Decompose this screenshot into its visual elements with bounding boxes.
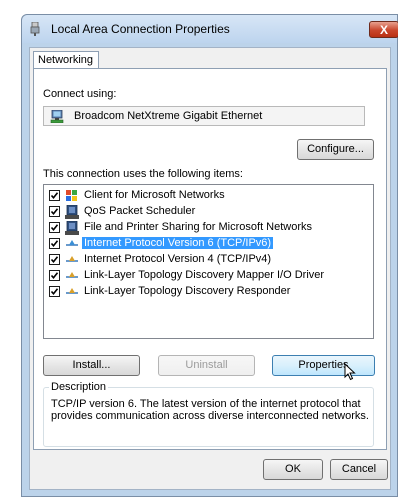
- item-label: File and Printer Sharing for Microsoft N…: [84, 221, 313, 233]
- list-item[interactable]: Client for Microsoft Networks: [44, 188, 373, 204]
- list-item[interactable]: File and Printer Sharing for Microsoft N…: [44, 220, 373, 236]
- close-button[interactable]: X: [369, 21, 398, 38]
- tab-networking[interactable]: Networking: [33, 51, 99, 69]
- item-label: Link-Layer Topology Discovery Mapper I/O…: [84, 269, 325, 281]
- item-label: Link-Layer Topology Discovery Responder: [84, 285, 291, 297]
- item-checkbox[interactable]: [49, 254, 60, 265]
- item-label: Internet Protocol Version 4 (TCP/IPv4): [84, 253, 272, 265]
- item-checkbox[interactable]: [49, 222, 60, 233]
- properties-button[interactable]: Properties: [272, 355, 375, 376]
- item-label: Internet Protocol Version 6 (TCP/IPv6): [82, 237, 274, 249]
- items-label: This connection uses the following items…: [43, 168, 243, 180]
- item-checkbox[interactable]: [49, 270, 60, 281]
- description-group: Description TCP/IP version 6. The latest…: [43, 381, 374, 447]
- properties-window: Local Area Connection Properties X Netwo…: [21, 14, 398, 497]
- adapter-name: Broadcom NetXtreme Gigabit Ethernet: [74, 110, 263, 122]
- item-checkbox[interactable]: [49, 286, 60, 297]
- uninstall-button[interactable]: Uninstall: [158, 355, 255, 376]
- window-title: Local Area Connection Properties: [51, 22, 230, 36]
- item-checkbox[interactable]: [49, 206, 60, 217]
- network-service-icon: [65, 205, 79, 219]
- connect-using-label: Connect using:: [43, 88, 117, 100]
- cancel-button[interactable]: Cancel: [330, 459, 388, 480]
- network-adapter-icon: [30, 22, 40, 36]
- description-legend: Description: [49, 381, 109, 393]
- dialog-body: Networking Connect using: Broadcom NetXt…: [29, 47, 391, 490]
- mouse-cursor-icon: [344, 363, 356, 381]
- list-item[interactable]: Internet Protocol Version 4 (TCP/IPv4): [44, 252, 373, 268]
- configure-button[interactable]: Configure...: [297, 139, 374, 160]
- items-list[interactable]: Client for Microsoft Networks QoS Packet…: [43, 184, 374, 339]
- install-button[interactable]: Install...: [43, 355, 140, 376]
- list-item[interactable]: Link-Layer Topology Discovery Mapper I/O…: [44, 268, 373, 284]
- title-bar[interactable]: Local Area Connection Properties X: [22, 15, 398, 43]
- protocol-icon: [66, 240, 78, 246]
- networking-panel: Connect using: Broadcom NetXtreme Gigabi…: [33, 68, 387, 450]
- ok-button[interactable]: OK: [263, 459, 323, 480]
- description-text: TCP/IP version 6. The latest version of …: [51, 398, 369, 422]
- item-label: Client for Microsoft Networks: [84, 189, 225, 201]
- protocol-icon: [66, 288, 78, 294]
- network-service-icon: [65, 221, 79, 235]
- network-client-icon: [66, 190, 77, 201]
- protocol-icon: [66, 272, 78, 278]
- network-adapter-icon: [50, 110, 64, 123]
- list-item[interactable]: Link-Layer Topology Discovery Responder: [44, 284, 373, 300]
- item-checkbox[interactable]: [49, 238, 60, 249]
- item-label: QoS Packet Scheduler: [84, 205, 196, 217]
- item-checkbox[interactable]: [49, 190, 60, 201]
- adapter-field: Broadcom NetXtreme Gigabit Ethernet: [43, 106, 365, 126]
- protocol-icon: [66, 256, 78, 262]
- list-item-selected[interactable]: Internet Protocol Version 6 (TCP/IPv6): [44, 236, 373, 252]
- list-item[interactable]: QoS Packet Scheduler: [44, 204, 373, 220]
